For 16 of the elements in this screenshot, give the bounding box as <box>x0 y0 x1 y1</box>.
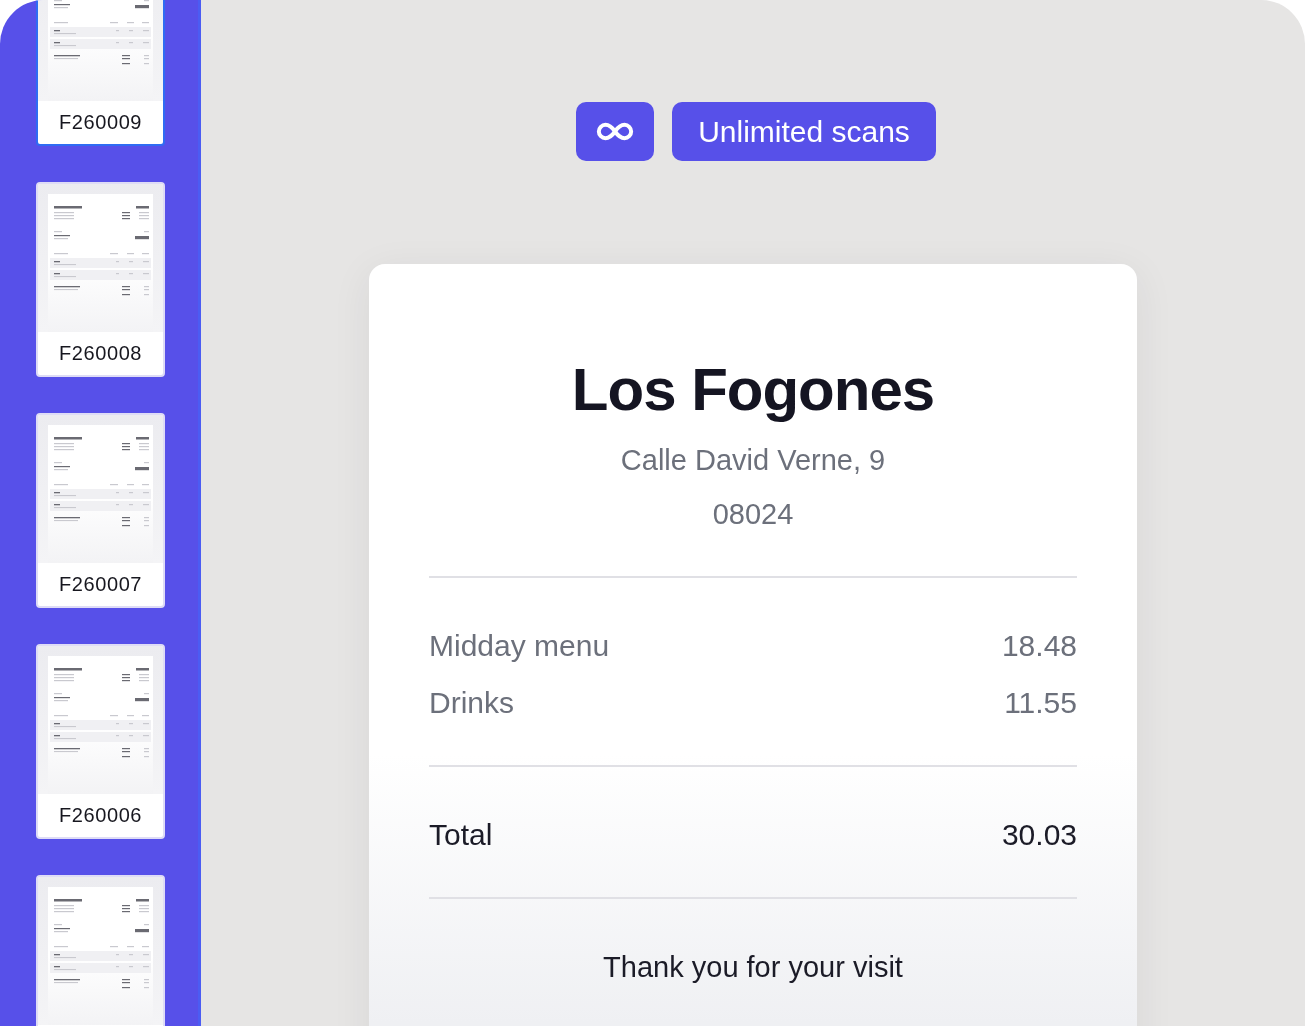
invoice-card[interactable]: F260009 <box>36 0 165 146</box>
item-amount: 18.48 <box>1001 628 1077 664</box>
item-name: Midday menu <box>429 628 610 664</box>
infinity-icon <box>576 102 655 161</box>
total-amount: 30.03 <box>1001 817 1077 853</box>
plan-label: Unlimited scans <box>672 102 936 161</box>
item-amount: 11.55 <box>1004 685 1077 721</box>
invoice-card[interactable]: F260008 <box>36 182 165 377</box>
invoice-card[interactable]: F260007 <box>36 413 165 608</box>
total-label: Total <box>429 817 493 853</box>
merchant-name: Los Fogones <box>570 355 936 425</box>
address-line: 08024 <box>711 497 795 532</box>
address-line: Calle David Verne, 9 <box>619 443 887 478</box>
invoice-card[interactable]: F260006 <box>36 644 165 839</box>
item-name: Drinks <box>429 685 514 721</box>
thank-you-note: Thank you for your visit <box>602 950 904 985</box>
